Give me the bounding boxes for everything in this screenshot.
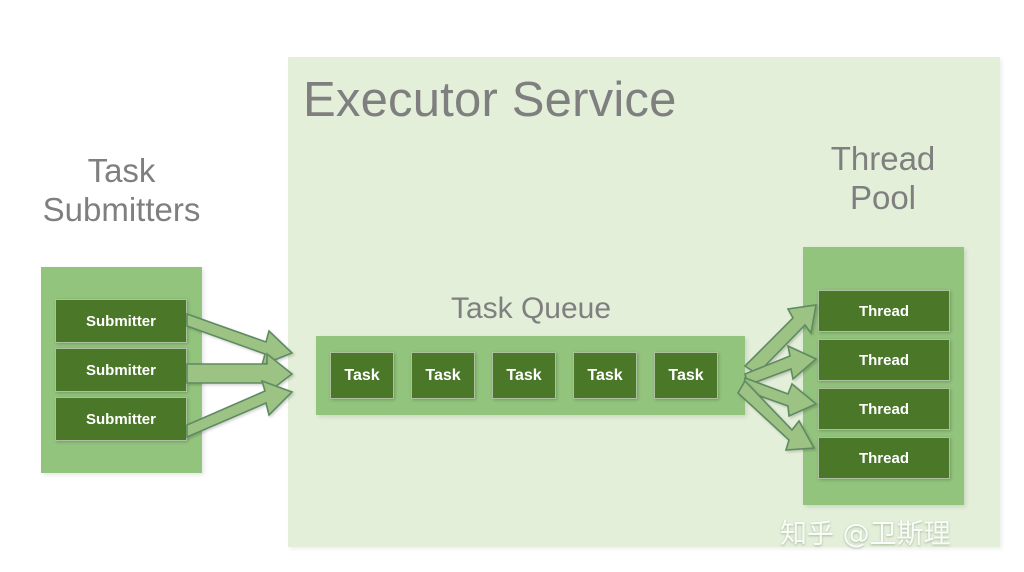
task-submitters-heading-line1: Task bbox=[87, 152, 156, 189]
submitter-block: Submitter bbox=[55, 397, 187, 441]
thread-block: Thread bbox=[818, 339, 950, 381]
thread-block: Thread bbox=[818, 290, 950, 332]
task-submitters-heading: Task Submitters bbox=[0, 152, 243, 230]
thread-block: Thread bbox=[818, 388, 950, 430]
task-block: Task bbox=[573, 352, 637, 399]
task-block: Task bbox=[654, 352, 718, 399]
task-queue-heading: Task Queue bbox=[450, 292, 612, 325]
task-submitters-heading-line2: Submitters bbox=[42, 190, 201, 228]
thread-pool-heading-line2: Pool bbox=[849, 178, 917, 216]
task-block: Task bbox=[492, 352, 556, 399]
submit-arrow-icon bbox=[186, 379, 294, 439]
submitter-block: Submitter bbox=[55, 348, 187, 392]
task-block: Task bbox=[411, 352, 475, 399]
submit-arrow-icon bbox=[186, 312, 294, 367]
task-block: Task bbox=[330, 352, 394, 399]
diagram-canvas: Executor Service Task Submitters Submitt… bbox=[0, 0, 1024, 572]
thread-pool-heading-line1: Thread bbox=[830, 140, 936, 177]
thread-block: Thread bbox=[818, 437, 950, 479]
thread-pool-heading: Thread Pool bbox=[783, 140, 983, 218]
submitter-block: Submitter bbox=[55, 299, 187, 343]
executor-service-title: Executor Service bbox=[303, 73, 677, 127]
watermark: 知乎 @卫斯理 bbox=[780, 519, 951, 550]
submit-arrow-icon bbox=[186, 352, 294, 395]
